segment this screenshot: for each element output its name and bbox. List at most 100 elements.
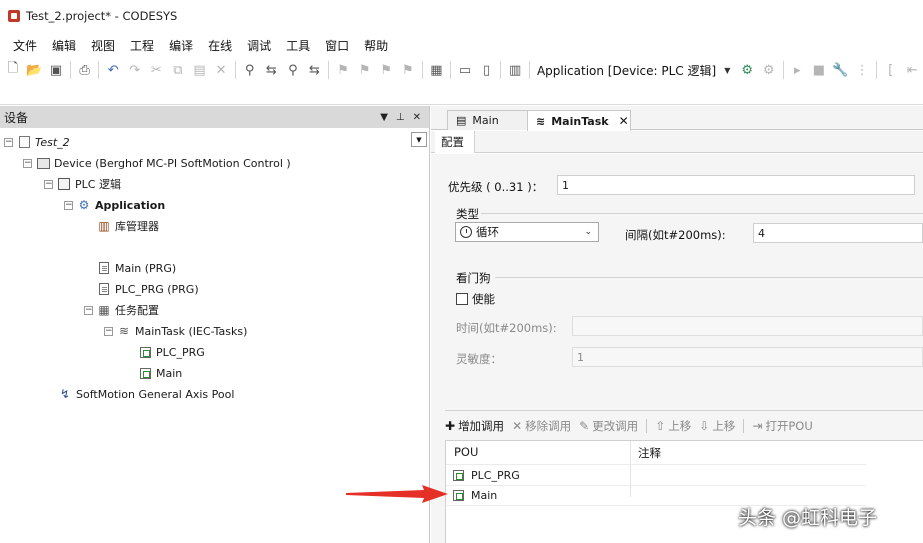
menu-debug[interactable]: 调试 bbox=[240, 37, 279, 54]
pou-call-icon bbox=[138, 345, 152, 359]
pou-name-cell: Main bbox=[471, 489, 498, 502]
bookmark-toggle-icon[interactable]: ⚑ bbox=[332, 59, 354, 81]
open-pou-button[interactable]: ⇥ 打开POU bbox=[752, 418, 812, 434]
table-row[interactable]: PLC_PRG bbox=[446, 464, 866, 485]
menu-build[interactable]: 编译 bbox=[162, 37, 201, 54]
replace-all-icon[interactable]: ⇆ bbox=[304, 59, 326, 81]
stop-icon[interactable]: ■ bbox=[808, 59, 830, 81]
interval-input[interactable]: 4 bbox=[753, 223, 923, 243]
tree-node-main-task[interactable]: − ≋ MainTask (IEC-Tasks) bbox=[104, 322, 247, 340]
object-properties-icon[interactable]: ▦ bbox=[426, 59, 448, 81]
tree-dropdown-icon[interactable]: ▼ bbox=[411, 132, 427, 147]
reset-icon[interactable]: 🔧 bbox=[830, 59, 852, 81]
delete-icon[interactable]: ✕ bbox=[210, 59, 232, 81]
tree-node-task-config[interactable]: − ▦ 任务配置 bbox=[84, 301, 159, 319]
close-panel-icon[interactable]: ✕ bbox=[413, 112, 421, 123]
menu-online[interactable]: 在线 bbox=[201, 37, 240, 54]
pin-icon[interactable]: ⊥ bbox=[396, 112, 405, 123]
find-icon[interactable]: ⚲ bbox=[239, 59, 261, 81]
step-over-icon[interactable]: ⇤ bbox=[901, 59, 923, 81]
chevron-down-icon[interactable]: ▼ bbox=[724, 66, 730, 75]
bookmark-prev-icon[interactable]: ⚑ bbox=[375, 59, 397, 81]
find-all-icon[interactable]: ⚲ bbox=[282, 59, 304, 81]
clock-icon bbox=[460, 226, 472, 238]
tree-node-application[interactable]: − ⚙ Application bbox=[64, 196, 165, 214]
menu-view[interactable]: 视图 bbox=[84, 37, 123, 54]
tree-node-main-prg[interactable]: Main (PRG) bbox=[97, 259, 176, 277]
collapse-icon[interactable]: − bbox=[64, 200, 73, 210]
tree-node-task-call-plc-prg[interactable]: PLC_PRG bbox=[138, 343, 205, 361]
tab-configuration[interactable]: 配置 bbox=[435, 131, 475, 153]
move-up-button[interactable]: ⇧ 上移 bbox=[655, 418, 691, 434]
run-icon[interactable]: ▸ bbox=[787, 59, 809, 81]
close-tab-icon[interactable]: ✕ bbox=[619, 114, 629, 128]
panel-menu-icon[interactable]: ▼ bbox=[380, 112, 388, 123]
select-all-icon[interactable]: ▥ bbox=[504, 59, 526, 81]
add-object-icon[interactable]: ▭ bbox=[454, 59, 476, 81]
table-header: POU 注释 bbox=[446, 441, 923, 463]
tree-label-task-call-main: Main bbox=[156, 366, 183, 380]
move-down-button[interactable]: ⇩ 上移 bbox=[699, 418, 735, 434]
watchdog-enable-checkbox[interactable] bbox=[456, 293, 468, 305]
add-call-button[interactable]: ✚ 增加调用 bbox=[445, 418, 504, 434]
menu-file[interactable]: 文件 bbox=[6, 37, 45, 54]
change-call-button[interactable]: ✎ 更改调用 bbox=[579, 418, 638, 434]
tree-node-device[interactable]: − Device (Berghof MC-PI SoftMotion Contr… bbox=[23, 154, 291, 172]
device-icon bbox=[36, 156, 50, 170]
new-project-icon[interactable]: 🗋 bbox=[2, 59, 24, 81]
menu-bar: 文件 编辑 视图 工程 编译 在线 调试 工具 窗口 帮助 bbox=[0, 34, 396, 56]
cut-icon[interactable]: ✂ bbox=[146, 59, 168, 81]
tree-label-main-task: MainTask (IEC-Tasks) bbox=[135, 324, 248, 338]
annotation-arrow bbox=[346, 485, 448, 503]
breakpoint-icon[interactable]: ⋮ bbox=[851, 59, 873, 81]
priority-input[interactable]: 1 bbox=[557, 175, 915, 195]
tree-node-library-manager[interactable]: ▥ 库管理器 bbox=[97, 217, 159, 235]
redo-icon[interactable]: ↷ bbox=[124, 59, 146, 81]
menu-help[interactable]: 帮助 bbox=[357, 37, 396, 54]
collapse-icon[interactable]: − bbox=[23, 158, 32, 168]
menu-edit[interactable]: 编辑 bbox=[45, 37, 84, 54]
open-project-icon[interactable]: 📂 bbox=[24, 59, 46, 81]
pou-call-icon bbox=[451, 468, 465, 482]
add-folder-icon[interactable]: ▯ bbox=[476, 59, 498, 81]
bookmark-clear-icon[interactable]: ⚑ bbox=[397, 59, 419, 81]
tree-node-plc-logic[interactable]: − PLC 逻辑 bbox=[44, 175, 121, 193]
remove-call-button[interactable]: ✕ 移除调用 bbox=[512, 418, 571, 434]
copy-icon[interactable]: ⧉ bbox=[167, 59, 189, 81]
find-replace-icon[interactable]: ⇆ bbox=[260, 59, 282, 81]
collapse-icon[interactable]: − bbox=[104, 326, 113, 336]
logout-icon[interactable]: ⚙ bbox=[758, 59, 780, 81]
bookmark-next-icon[interactable]: ⚑ bbox=[354, 59, 376, 81]
task-type-select[interactable]: 循环 ⌄ bbox=[455, 222, 599, 242]
tree-node-plc-prg[interactable]: PLC_PRG (PRG) bbox=[97, 280, 199, 298]
tree-node-task-call-main[interactable]: Main bbox=[138, 364, 182, 382]
project-icon bbox=[17, 135, 31, 149]
column-header-pou[interactable]: POU bbox=[454, 445, 478, 459]
column-header-comment[interactable]: 注释 bbox=[638, 445, 661, 461]
collapse-icon[interactable]: − bbox=[4, 137, 13, 147]
save-icon[interactable]: ▣ bbox=[45, 59, 67, 81]
paste-icon[interactable]: ▤ bbox=[189, 59, 211, 81]
menu-tools[interactable]: 工具 bbox=[279, 37, 318, 54]
tree-node-project[interactable]: − Test_2 bbox=[4, 133, 70, 151]
sensitivity-input[interactable]: 1 bbox=[572, 347, 923, 367]
print-icon[interactable]: ⎙ bbox=[74, 59, 96, 81]
menu-project[interactable]: 工程 bbox=[123, 37, 162, 54]
arrow-down-icon: ⇩ bbox=[699, 419, 710, 433]
tab-main[interactable]: ▤ Main bbox=[447, 110, 529, 130]
collapse-icon[interactable]: − bbox=[44, 179, 53, 189]
tab-maintask[interactable]: ≋ MainTask ✕ bbox=[527, 110, 631, 131]
watchdog-time-label: 时间(如t#200ms): bbox=[456, 321, 557, 335]
tree-label-task-config: 任务配置 bbox=[115, 304, 159, 317]
tree-node-axis-pool[interactable]: ↯ SoftMotion General Axis Pool bbox=[58, 385, 234, 403]
collapse-icon[interactable]: − bbox=[84, 305, 93, 315]
undo-icon[interactable]: ↶ bbox=[102, 59, 124, 81]
axis-pool-icon: ↯ bbox=[59, 387, 71, 401]
watchdog-time-input[interactable] bbox=[572, 316, 923, 336]
main-toolbar: 🗋 📂 ▣ ⎙ ↶ ↷ ✂ ⧉ ▤ ✕ ⚲ ⇆ ⚲ ⇆ ⚑ ⚑ ⚑ ⚑ ▦ ▭ … bbox=[0, 57, 923, 83]
active-application-selector[interactable]: Application [Device: PLC 逻辑] bbox=[537, 62, 716, 79]
login-icon[interactable]: ⚙ bbox=[736, 59, 758, 81]
menu-window[interactable]: 窗口 bbox=[318, 37, 357, 54]
editor-area: ▤ Main ≋ MainTask ✕ 配置 优先级 ( 0..31 )： 1 … bbox=[431, 106, 923, 543]
step-into-icon[interactable]: [ bbox=[880, 59, 902, 81]
